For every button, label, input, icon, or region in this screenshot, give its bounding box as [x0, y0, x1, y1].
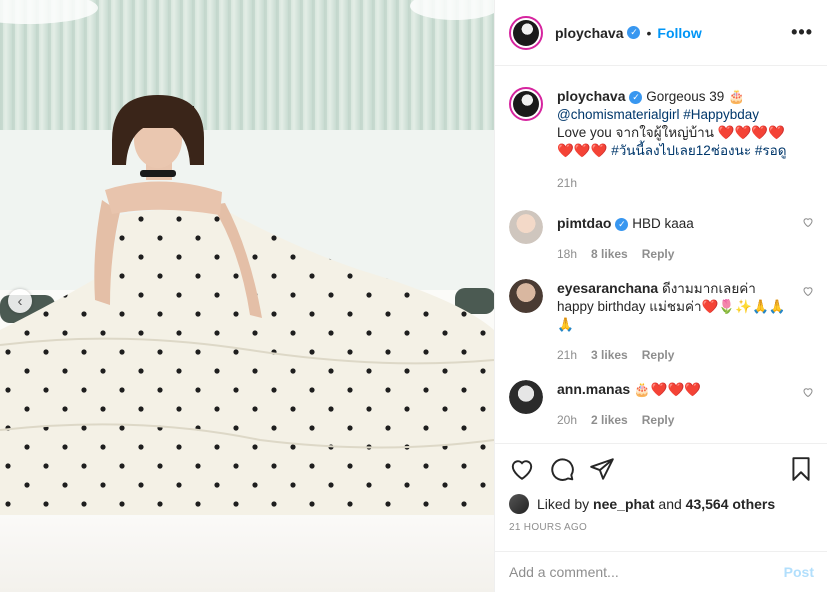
caption-hearts: ❤️❤️❤️: [557, 143, 608, 158]
author-username[interactable]: ploychava: [555, 25, 623, 41]
verified-icon: ✓: [629, 90, 643, 104]
chevron-left-icon: ‹: [17, 292, 23, 310]
verified-icon: ✓: [627, 26, 641, 39]
comment-likes[interactable]: 3 likes: [591, 346, 628, 364]
comment-body: pimtdao ✓ HBD kaaa 18h 8 likes Reply: [557, 210, 814, 263]
caption-hashtag-2[interactable]: #วันนี้ลงไปเลย12ช่องนะ: [611, 143, 751, 158]
caption-hashtag-happybday[interactable]: #Happybday: [683, 107, 759, 122]
comment-text: HBD kaaa: [632, 216, 694, 231]
caption-username[interactable]: ploychava: [557, 88, 625, 104]
comment-reply-button[interactable]: Reply: [642, 346, 675, 364]
comments-list[interactable]: ploychava ✓ Gorgeous 39 🎂 @chomismaterial…: [495, 67, 827, 443]
comment-likes[interactable]: 2 likes: [591, 411, 628, 429]
comment-likes[interactable]: 8 likes: [591, 245, 628, 263]
comment-item: ann.manas 🎂❤️❤️❤️ 20h 2 likes Reply: [509, 380, 814, 429]
comment-body: ann.manas 🎂❤️❤️❤️ 20h 2 likes Reply: [557, 380, 814, 429]
likes-summary: Liked by nee_phat and 43,564 others: [509, 494, 814, 514]
post-timestamp[interactable]: 21 HOURS AGO: [509, 522, 814, 533]
caption: ploychava ✓ Gorgeous 39 🎂 @chomismaterial…: [509, 87, 814, 192]
commenter-avatar[interactable]: [509, 210, 543, 244]
comment-like-heart-icon[interactable]: [802, 285, 814, 297]
post-photo[interactable]: ‹: [0, 0, 494, 592]
comment-username[interactable]: eyesaranchana: [557, 280, 658, 296]
comment-username[interactable]: ann.manas: [557, 381, 630, 397]
follow-button[interactable]: Follow: [657, 25, 701, 41]
bookmark-icon[interactable]: [788, 456, 814, 482]
carousel-prev-button[interactable]: ‹: [8, 289, 32, 313]
comment-reply-button[interactable]: Reply: [642, 411, 675, 429]
comment-username[interactable]: pimtdao: [557, 215, 611, 231]
comment-body: eyesaranchana ดีงามมากเลยค่า happy birth…: [557, 279, 814, 364]
commenter-avatar[interactable]: [509, 380, 543, 414]
post-header: ploychava ✓ • Follow •••: [495, 0, 827, 66]
comment-input[interactable]: Add a comment...: [509, 564, 619, 580]
liker-avatar[interactable]: [509, 494, 529, 514]
caption-avatar[interactable]: [509, 87, 543, 121]
commenter-avatar[interactable]: [509, 279, 543, 313]
add-comment-bar: Add a comment... Post: [495, 551, 827, 592]
caption-time[interactable]: 21h: [557, 174, 577, 192]
separator-dot: •: [646, 24, 652, 41]
caption-line3: Love you จากใจผู้ใหญ่บ้าน ❤️❤️❤️❤️: [557, 125, 785, 140]
caption-hashtag-3[interactable]: #รอดู: [755, 143, 787, 158]
comment-like-heart-icon[interactable]: [802, 386, 814, 398]
more-options-icon[interactable]: •••: [791, 22, 813, 43]
comment-item: eyesaranchana ดีงามมากเลยค่า happy birth…: [509, 279, 814, 364]
liked-by-prefix: Liked by: [537, 496, 590, 512]
likes-count[interactable]: 43,564 others: [686, 496, 776, 512]
liked-by-user[interactable]: nee_phat: [593, 496, 654, 512]
heart-icon[interactable]: [509, 456, 535, 482]
caption-mention[interactable]: @chomismaterialgirl: [557, 107, 679, 122]
comment-reply-button[interactable]: Reply: [642, 245, 675, 263]
comment-like-heart-icon[interactable]: [802, 216, 814, 228]
caption-body: ploychava ✓ Gorgeous 39 🎂 @chomismaterial…: [557, 87, 814, 192]
post-side-panel: ploychava ✓ • Follow ••• ploychava ✓ Gorg…: [494, 0, 827, 592]
comment-text: 🎂❤️❤️❤️: [633, 382, 702, 397]
caption-line1: Gorgeous 39 🎂: [646, 89, 745, 104]
comment-time[interactable]: 20h: [557, 411, 577, 429]
post-comment-button[interactable]: Post: [784, 564, 814, 580]
share-icon[interactable]: [589, 456, 615, 482]
author-avatar[interactable]: [509, 15, 543, 50]
comment-item: pimtdao ✓ HBD kaaa 18h 8 likes Reply: [509, 210, 814, 263]
post-actions: Liked by nee_phat and 43,564 others 21 H…: [495, 443, 827, 533]
comment-time[interactable]: 18h: [557, 245, 577, 263]
action-icons: [509, 454, 814, 484]
comment-icon[interactable]: [549, 456, 575, 482]
liked-by-and: and: [658, 496, 682, 512]
verified-icon: ✓: [615, 217, 629, 231]
photo-artwork: [0, 0, 494, 592]
comment-time[interactable]: 21h: [557, 346, 577, 364]
